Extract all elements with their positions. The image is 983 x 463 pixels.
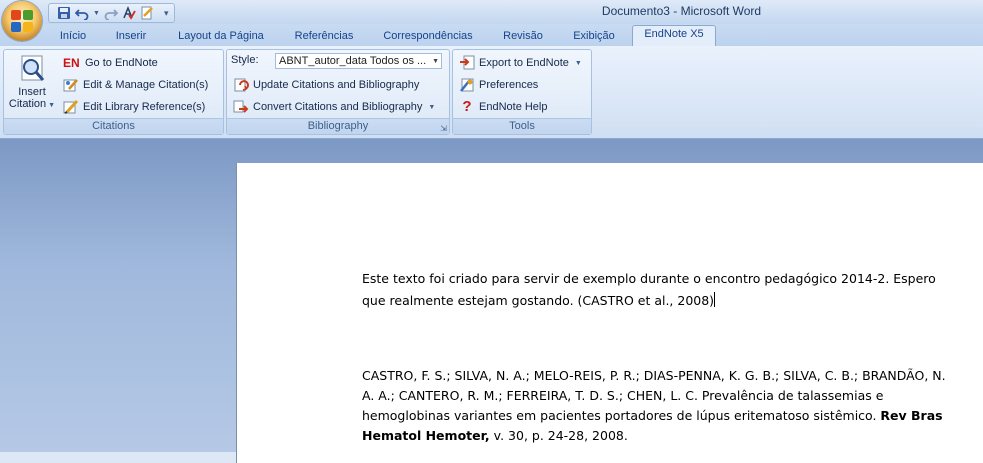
reference-line-1: CASTRO, F. S.; SILVA, N. A.; MELO-REIS, …	[362, 368, 946, 383]
preferences-button[interactable]: Preferences	[459, 76, 538, 94]
reference-line-3-wrap: hemoglobinas variantes em pacientes port…	[362, 406, 982, 426]
spelling-icon[interactable]	[122, 5, 136, 20]
preferences-icon	[459, 77, 475, 93]
tools-group: Export to EndNote ▼ Preferences ? EndNot…	[452, 49, 592, 135]
redo-icon[interactable]	[104, 6, 119, 21]
ribbon-tabs: Início Inserir Layout da Página Referênc…	[0, 24, 983, 47]
citations-group-label: Citations	[4, 118, 223, 134]
update-label: Update Citations and Bibliography	[253, 79, 420, 91]
paragraph-line-1: Este texto foi criado para servir de exe…	[362, 271, 936, 286]
chevron-down-icon: ▼	[432, 58, 439, 65]
chevron-down-icon: ▼	[48, 102, 56, 109]
insert-citation-label-1: Insert	[18, 86, 46, 98]
pencil-icon	[63, 99, 79, 115]
tab-endnote[interactable]: EndNote X5	[632, 25, 716, 47]
office-button[interactable]	[2, 1, 42, 41]
edit-library-label: Edit Library Reference(s)	[83, 101, 206, 113]
undo-icon[interactable]	[74, 6, 89, 21]
reference-line-4-wrap: Hematol Hemoter, v. 30, p. 24-28, 2008.	[362, 426, 982, 446]
style-value: ABNT_autor_data Todos os ...	[279, 55, 427, 67]
insert-citation-button[interactable]: Insert Citation ▼	[6, 54, 58, 116]
endnote-icon: EN	[63, 56, 80, 70]
help-label: EndNote Help	[479, 101, 548, 113]
reference-journal: Rev Bras	[880, 408, 943, 423]
update-citations-button[interactable]: Update Citations and Bibliography	[233, 76, 419, 94]
tab-inicio[interactable]: Início	[50, 28, 96, 46]
tab-layout[interactable]: Layout da Página	[168, 28, 274, 46]
tab-exibicao[interactable]: Exibição	[562, 28, 626, 46]
bibliography-group: Style: ABNT_autor_data Todos os ... ▼ Up…	[226, 49, 450, 135]
dialog-launcher-icon[interactable]: ⇲	[440, 124, 447, 133]
tab-inserir[interactable]: Inserir	[104, 28, 158, 46]
help-icon: ?	[462, 98, 472, 115]
reference-journal-2: Hematol Hemoter,	[362, 428, 490, 443]
quick-access-toolbar: ▼ ▾	[48, 3, 176, 23]
reference-entry[interactable]: CASTRO, F. S.; SILVA, N. A.; MELO-REIS, …	[362, 366, 982, 446]
style-select[interactable]: ABNT_autor_data Todos os ... ▼	[275, 53, 442, 69]
ribbon: Insert Citation ▼ EN Go to EndNote Edit &…	[0, 46, 983, 139]
reference-line-3: hemoglobinas variantes em pacientes port…	[362, 408, 877, 423]
edit-manage-label: Edit & Manage Citation(s)	[83, 79, 209, 91]
chevron-down-icon: ▼	[574, 59, 582, 67]
tab-correspondencias[interactable]: Correspondências	[372, 28, 484, 46]
convert-citations-button[interactable]: Convert Citations and Bibliography ▼	[233, 98, 435, 116]
edit-manage-citations-button[interactable]: Edit & Manage Citation(s)	[63, 76, 208, 94]
edit-document-icon[interactable]	[140, 6, 154, 20]
undo-dropdown-icon[interactable]: ▼	[93, 10, 100, 17]
chevron-down-icon: ▼	[428, 103, 436, 111]
preferences-label: Preferences	[479, 79, 539, 91]
export-to-endnote-button[interactable]: Export to EndNote ▼	[459, 54, 582, 72]
body-paragraph[interactable]: Este texto foi criado para servir de exe…	[362, 268, 982, 312]
convert-label: Convert Citations and Bibliography	[253, 101, 423, 113]
endnote-help-button[interactable]: ? EndNote Help	[459, 98, 548, 116]
magnifier-icon	[6, 54, 58, 86]
style-label: Style:	[231, 54, 259, 66]
insert-citation-label-2: Citation	[8, 98, 47, 110]
convert-icon	[233, 99, 249, 115]
tools-group-label: Tools	[453, 118, 591, 134]
text-cursor	[714, 292, 716, 307]
citations-group: Insert Citation ▼ EN Go to EndNote Edit &…	[3, 49, 224, 135]
reference-tail: v. 30, p. 24-28, 2008.	[489, 428, 628, 443]
document-page[interactable]: Este texto foi criado para servir de exe…	[236, 163, 983, 463]
tab-revisao[interactable]: Revisão	[494, 28, 552, 46]
save-icon[interactable]	[57, 6, 71, 20]
insert-citation-label-2-wrap: Citation ▼	[6, 98, 58, 112]
export-icon	[459, 55, 475, 71]
reference-line-2: A. A.; CANTERO, R. M.; FERREIRA, T. D. S…	[362, 388, 884, 403]
bibliography-group-label: Bibliography	[227, 118, 449, 134]
paragraph-line-2-wrap: que realmente estejam gostando. (CASTRO …	[362, 290, 982, 312]
edit-citation-icon	[63, 77, 79, 93]
office-logo-icon	[11, 10, 33, 32]
edit-library-reference-button[interactable]: Edit Library Reference(s)	[63, 98, 205, 116]
tab-referencias[interactable]: Referências	[284, 28, 364, 46]
go-to-endnote-label: Go to EndNote	[85, 57, 158, 69]
paragraph-line-2: que realmente estejam gostando. (CASTRO …	[362, 293, 715, 308]
go-to-endnote-button[interactable]: EN Go to EndNote	[63, 54, 158, 72]
update-icon	[233, 77, 249, 93]
customize-toolbar-icon[interactable]: ▾	[164, 8, 169, 19]
document-area: Este texto foi criado para servir de exe…	[0, 139, 983, 463]
export-label: Export to EndNote	[479, 57, 569, 69]
